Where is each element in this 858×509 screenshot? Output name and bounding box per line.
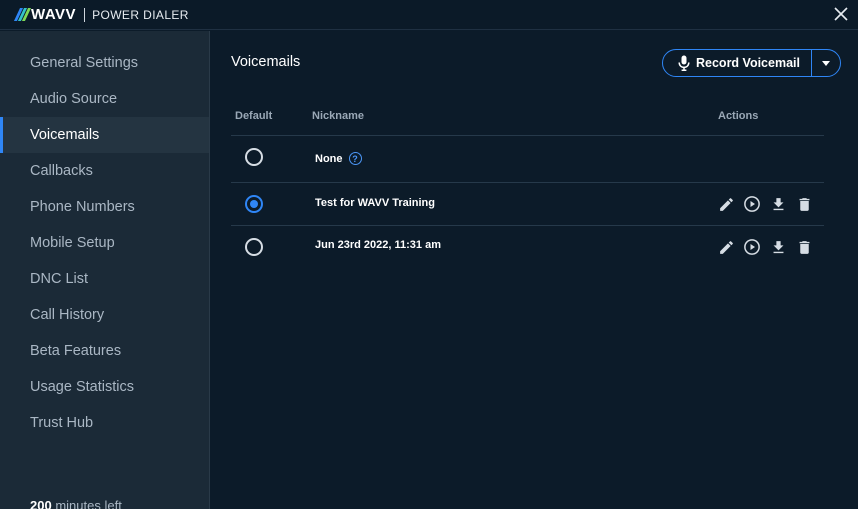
sidebar-item-label: Phone Numbers [30,199,135,215]
sidebar-item-label: Callbacks [30,163,93,179]
download-button[interactable] [769,195,787,213]
download-button[interactable] [769,238,787,256]
logo-stripes-icon [13,8,32,21]
voicemail-nickname: None ? [315,152,362,165]
sidebar-item-label: Usage Statistics [30,379,134,395]
sidebar-item-label: General Settings [30,55,139,71]
column-header-nickname: Nickname [312,110,364,122]
table-divider [231,182,824,183]
table-divider [231,225,824,226]
caret-down-icon [822,60,830,66]
sidebar-item-beta-features[interactable]: Beta Features [0,333,209,369]
default-radio-jun-23rd-2022[interactable] [245,238,263,256]
download-icon [773,240,783,253]
sidebar-item-phone-numbers[interactable]: Phone Numbers [0,189,209,225]
sidebar-item-label: DNC List [30,271,89,287]
play-circle-icon [744,239,760,255]
sidebar-item-mobile-setup[interactable]: Mobile Setup [0,225,209,261]
help-icon[interactable]: ? [348,152,362,165]
trash-icon [799,197,809,211]
table-divider [231,135,824,136]
sidebar-item-call-history[interactable]: Call History [0,297,209,333]
voicemail-nickname: Jun 23rd 2022, 11:31 am [315,239,441,251]
minutes-remaining: 200 minutes left [30,498,122,509]
sidebar-item-callbacks[interactable]: Callbacks [0,153,209,189]
download-icon [773,197,783,210]
sidebar-item-label: Audio Source [30,91,118,107]
record-voicemail-split-button: Record Voicemail [662,49,841,77]
default-radio-none[interactable] [245,148,263,166]
edit-button[interactable] [717,195,735,213]
voicemail-nickname-text: Jun 23rd 2022, 11:31 am [315,239,441,251]
trash-icon [799,240,809,254]
row-actions [717,195,813,213]
sidebar-item-label: Voicemails [30,127,100,143]
sidebar-item-dnc-list[interactable]: DNC List [0,261,209,297]
record-options-dropdown[interactable] [812,50,840,76]
minutes-count: 200 [30,498,52,509]
sidebar-item-label: Beta Features [30,343,122,359]
delete-button[interactable] [795,195,813,213]
play-button[interactable] [743,238,761,256]
close-icon [834,7,848,21]
sidebar-item-voicemails[interactable]: Voicemails [0,117,209,153]
default-radio-test-for-wavv-training[interactable] [245,195,263,213]
voicemail-nickname-text: Test for WAVV Training [315,197,435,209]
delete-button[interactable] [795,238,813,256]
sidebar-item-audio-source[interactable]: Audio Source [0,81,209,117]
column-header-actions: Actions [718,110,759,122]
voicemail-nickname: Test for WAVV Training [315,197,435,209]
play-button[interactable] [743,195,761,213]
sidebar-item-general-settings[interactable]: General Settings [0,45,209,81]
pencil-icon [719,197,733,211]
sidebar-item-usage-statistics[interactable]: Usage Statistics [0,369,209,405]
record-voicemail-label: Record Voicemail [696,56,800,70]
microphone-icon [678,55,690,71]
title-bar: WAVV POWER DIALER [0,0,858,30]
page-title: Voicemails [231,54,301,70]
settings-sidebar: General Settings Audio Source Voicemails… [0,31,210,509]
close-button[interactable] [830,3,852,25]
voicemail-nickname-text: None [315,152,343,165]
sidebar-item-label: Mobile Setup [30,235,115,251]
play-circle-icon [744,196,760,212]
sidebar-item-trust-hub[interactable]: Trust Hub [0,405,209,441]
logo-wordmark: WAVV [31,6,77,23]
pencil-icon [719,240,733,254]
sidebar-item-label: Call History [30,307,105,323]
column-header-default: Default [235,110,273,122]
record-voicemail-button[interactable]: Record Voicemail [663,50,811,76]
sidebar-item-label: Trust Hub [30,415,94,431]
minutes-label: minutes left [55,498,122,509]
logo-divider [84,7,86,22]
edit-button[interactable] [717,238,735,256]
wavv-logo: WAVV POWER DIALER [13,0,189,30]
product-name: POWER DIALER [92,7,189,22]
row-actions [717,238,813,256]
